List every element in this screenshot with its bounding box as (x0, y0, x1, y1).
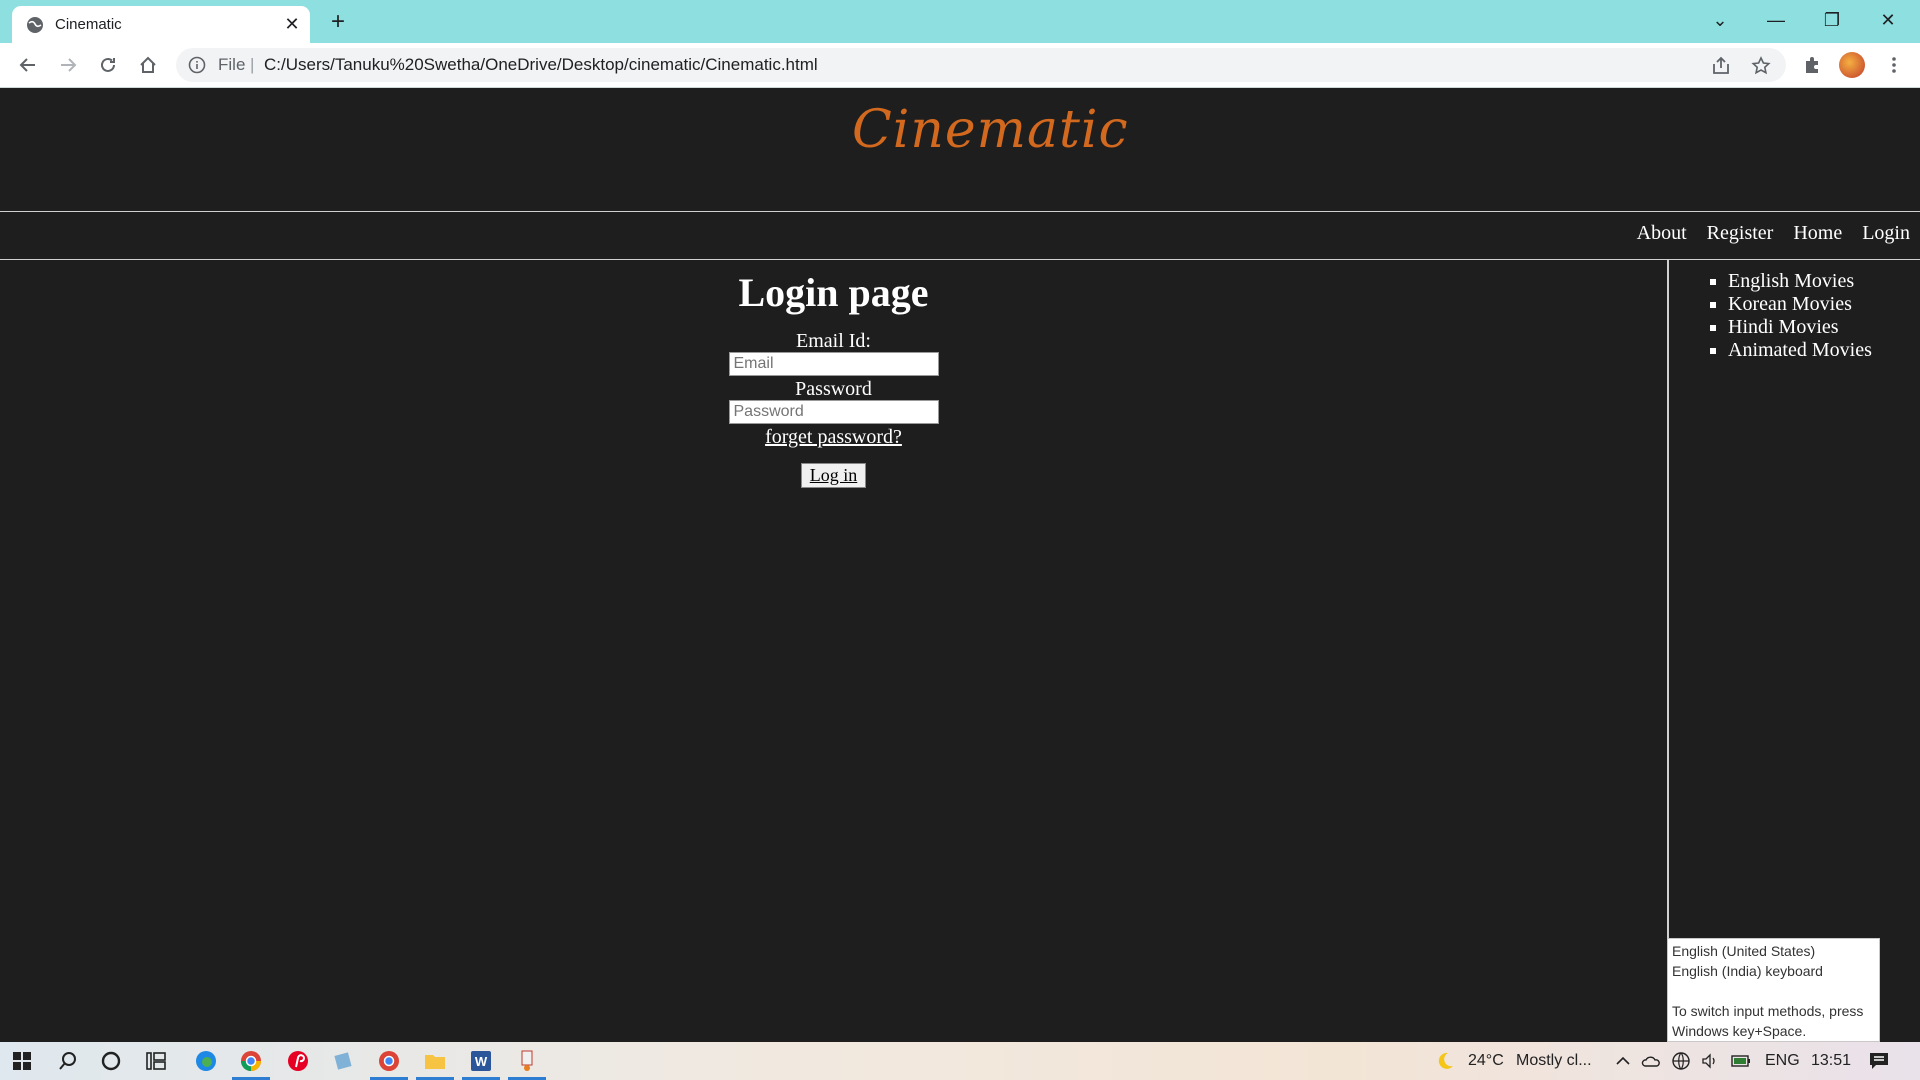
email-input[interactable] (728, 352, 939, 376)
extensions-button[interactable] (1796, 49, 1828, 81)
password-input[interactable] (728, 400, 939, 424)
nav-about-link[interactable]: About (1637, 222, 1687, 245)
chrome-profile-icon[interactable] (376, 1048, 402, 1074)
edge-icon[interactable] (193, 1048, 219, 1074)
browser-menu-button[interactable] (1878, 49, 1910, 81)
tab-strip: Cinematic ✕ + ⌄ — ❐ ✕ (0, 0, 1920, 43)
profile-avatar[interactable] (1839, 52, 1865, 78)
weather-moon-icon[interactable] (1432, 1048, 1458, 1074)
back-arrow-icon (19, 58, 35, 72)
sidebar-item-hindi-movies[interactable]: Hindi Movies (1728, 316, 1872, 339)
more-vert-icon (1892, 57, 1896, 73)
task-view-icon[interactable] (143, 1048, 169, 1074)
login-button[interactable]: Log in (800, 463, 867, 488)
url-scheme-label: File (218, 55, 246, 74)
back-button[interactable] (12, 49, 44, 81)
tab-search-icon[interactable]: ⌄ (1692, 4, 1748, 36)
browser-chrome: Cinematic ✕ + ⌄ — ❐ ✕ File | C:/Users/Ta… (0, 0, 1920, 88)
browser-tab[interactable]: Cinematic ✕ (12, 6, 310, 43)
weather-temperature[interactable]: 24°C (1468, 1052, 1504, 1070)
forgot-password-link[interactable]: forget password? (765, 426, 902, 448)
clock-time[interactable]: 13:51 (1811, 1052, 1851, 1070)
chevron-up-icon[interactable] (1610, 1048, 1636, 1074)
onedrive-icon[interactable] (1638, 1048, 1664, 1074)
volume-icon[interactable] (1697, 1048, 1723, 1074)
sidebar-divider (1667, 260, 1669, 1042)
tooltip-hint: To switch input methods, press Windows k… (1672, 1003, 1864, 1039)
close-window-button[interactable]: ✕ (1860, 4, 1916, 36)
share-icon[interactable] (1710, 55, 1732, 77)
browser-toolbar: File | C:/Users/Tanuku%20Swetha/OneDrive… (0, 43, 1920, 88)
url-separator: | (250, 55, 255, 74)
input-method-tooltip: English (United States) English (India) … (1667, 938, 1880, 1042)
reload-icon (101, 57, 115, 72)
sidebar-item-animated-movies[interactable]: Animated Movies (1728, 339, 1872, 362)
forward-arrow-icon (61, 58, 77, 72)
reload-button[interactable] (92, 49, 124, 81)
windows-taskbar: W 24°C Mostly cl... ENG 13:51 (0, 1042, 1920, 1080)
photos-app-icon[interactable] (330, 1048, 356, 1074)
bookmark-star-icon[interactable] (1750, 55, 1772, 77)
web-page: Cinematic About Register Home Login Logi… (0, 88, 1920, 1042)
svg-text:W: W (475, 1054, 488, 1069)
language-indicator[interactable]: ENG (1765, 1052, 1800, 1070)
cortana-icon[interactable] (98, 1048, 124, 1074)
tooltip-keyboard: English (India) keyboard (1672, 963, 1823, 979)
tab-title: Cinematic (55, 16, 122, 33)
word-icon[interactable]: W (468, 1048, 494, 1074)
header-divider (0, 211, 1920, 212)
pinterest-icon[interactable] (285, 1048, 311, 1074)
login-section: Login page Email Id: Password forget pas… (0, 260, 1667, 488)
nav-register-link[interactable]: Register (1707, 222, 1774, 245)
notifications-icon[interactable] (1866, 1048, 1892, 1074)
minimize-button[interactable]: — (1748, 4, 1804, 36)
restore-button[interactable]: ❐ (1804, 4, 1860, 36)
weather-description[interactable]: Mostly cl... (1516, 1052, 1592, 1070)
info-icon[interactable] (188, 56, 206, 74)
file-explorer-icon[interactable] (422, 1048, 448, 1074)
globe-icon (27, 17, 43, 33)
nav-login-link[interactable]: Login (1862, 222, 1910, 245)
url-text[interactable]: C:/Users/Tanuku%20Swetha/OneDrive/Deskto… (264, 55, 818, 75)
nav-home-link[interactable]: Home (1793, 222, 1842, 245)
site-logo[interactable]: Cinematic (852, 100, 1129, 160)
tooltip-language: English (United States) (1672, 943, 1816, 959)
movie-category-list: English Movies Korean Movies Hindi Movie… (1708, 270, 1872, 362)
password-label: Password (795, 378, 872, 400)
search-icon[interactable] (55, 1048, 81, 1074)
email-label: Email Id: (796, 330, 871, 352)
sidebar-item-english-movies[interactable]: English Movies (1728, 270, 1872, 293)
paint-app-icon[interactable] (514, 1048, 540, 1074)
close-tab-icon[interactable]: ✕ (280, 12, 304, 36)
battery-icon[interactable] (1728, 1048, 1754, 1074)
home-icon (140, 56, 156, 73)
address-bar[interactable]: File | C:/Users/Tanuku%20Swetha/OneDrive… (176, 48, 1786, 82)
page-title: Login page (738, 270, 929, 315)
top-nav: About Register Home Login (1637, 222, 1910, 245)
forward-button[interactable] (52, 49, 84, 81)
network-globe-icon[interactable] (1668, 1048, 1694, 1074)
windows-start-icon[interactable] (9, 1048, 35, 1074)
new-tab-button[interactable]: + (324, 8, 352, 36)
chrome-icon[interactable] (238, 1048, 264, 1074)
home-button[interactable] (132, 49, 164, 81)
puzzle-icon (1806, 57, 1818, 73)
sidebar-item-korean-movies[interactable]: Korean Movies (1728, 293, 1872, 316)
